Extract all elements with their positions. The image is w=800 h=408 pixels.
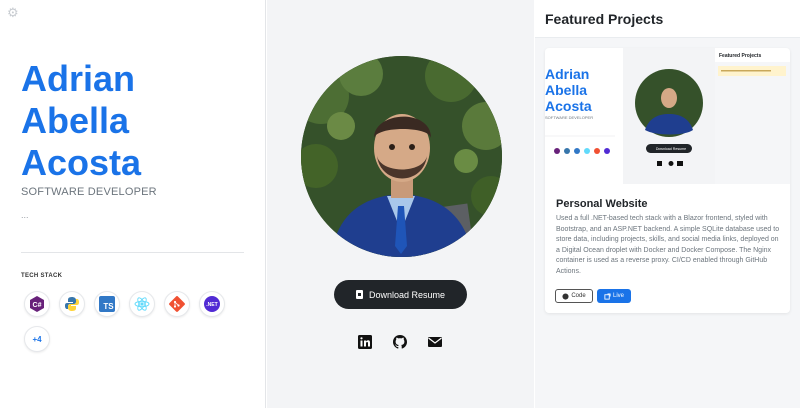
tech-badge-python[interactable] — [59, 291, 85, 317]
preview-name-line: Adrian — [545, 66, 589, 82]
project-card: Adrian Abella Acosta SOFTWARE DEVELOPER … — [545, 48, 790, 313]
project-title: Personal Website — [556, 198, 648, 210]
preview-role: SOFTWARE DEVELOPER — [545, 115, 593, 120]
settings-gear-icon[interactable]: ⚙ — [7, 7, 19, 20]
live-button[interactable]: Live — [597, 289, 631, 303]
tech-badge-react[interactable] — [129, 291, 155, 317]
projects-heading: Featured Projects — [545, 11, 664, 27]
typescript-label: TS — [103, 302, 114, 311]
preview-name-line: Abella — [545, 82, 587, 98]
tech-badge-typescript[interactable]: TS — [94, 291, 120, 317]
project-description: Used a full .NET-based tech stack with a… — [556, 215, 780, 275]
git-icon — [169, 296, 185, 312]
dotnet-icon: .NET — [204, 296, 220, 312]
live-button-label: Live — [612, 293, 624, 299]
profile-name: Adrian Abella Acosta — [21, 58, 261, 184]
profile-bio: ... — [21, 210, 29, 220]
download-resume-button[interactable]: Download Resume — [334, 280, 467, 309]
document-icon — [355, 290, 363, 299]
divider — [21, 252, 244, 253]
projects-panel: Featured Projects Adrian Abella Acosta S… — [535, 0, 800, 408]
csharp-icon: C# — [30, 296, 44, 312]
profile-photo-image — [301, 56, 502, 257]
download-resume-label: Download Resume — [368, 289, 446, 300]
name-line: Acosta — [21, 142, 142, 183]
code-button-label: Code — [571, 293, 586, 299]
react-icon — [134, 297, 150, 311]
profile-role: SOFTWARE DEVELOPER — [21, 186, 157, 198]
profile-panel: ⚙ Adrian Abella Acosta SOFTWARE DEVELOPE… — [0, 0, 266, 408]
preview-name-line: Acosta — [545, 98, 592, 114]
dotnet-label: .NET — [206, 302, 217, 308]
linkedin-icon[interactable] — [357, 334, 373, 350]
typescript-icon: TS — [99, 296, 115, 312]
profile-photo — [301, 56, 502, 257]
name-line: Abella — [21, 100, 130, 141]
preview-side-title: Featured Projects — [719, 53, 761, 59]
name-line: Adrian — [21, 58, 136, 99]
tech-more-button[interactable]: +4 — [24, 326, 50, 352]
project-thumbnail: Adrian Abella Acosta SOFTWARE DEVELOPER … — [545, 48, 790, 184]
photo-panel: Download Resume — [267, 0, 534, 408]
tech-badge-dotnet[interactable]: .NET — [199, 291, 225, 317]
project-preview-image: Adrian Abella Acosta SOFTWARE DEVELOPER … — [545, 48, 790, 184]
csharp-label: C# — [33, 302, 42, 309]
tech-more-label: +4 — [32, 334, 42, 344]
preview-resume-label: Download Resume — [656, 147, 686, 151]
tech-badge-csharp[interactable]: C# — [24, 291, 50, 317]
code-button[interactable]: Code — [555, 289, 593, 303]
github-icon — [562, 292, 569, 300]
tech-badge-git[interactable] — [164, 291, 190, 317]
external-link-icon — [604, 292, 611, 300]
python-icon — [65, 297, 79, 311]
tech-stack-title: TECH STACK — [21, 273, 63, 279]
email-icon[interactable] — [427, 334, 443, 350]
github-icon[interactable] — [392, 334, 408, 350]
